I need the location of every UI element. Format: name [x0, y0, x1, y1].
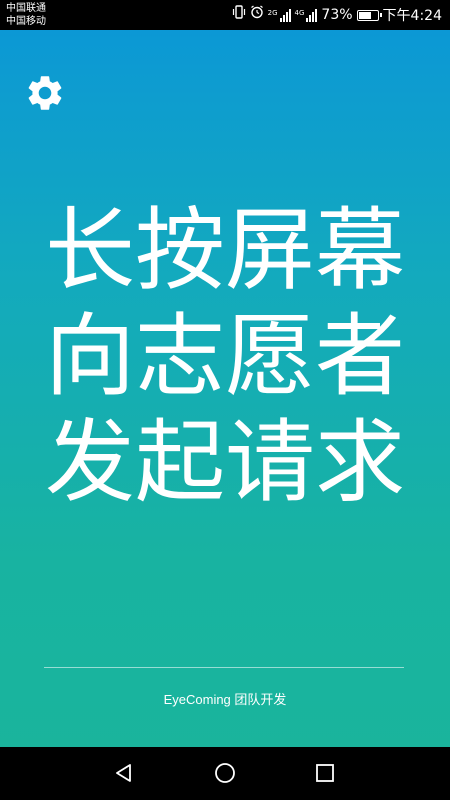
credit-label: EyeComing 团队开发	[163, 692, 287, 707]
carrier-1-label: 中国联通	[6, 3, 46, 14]
carrier-2-label: 中国移动	[6, 16, 46, 27]
network-2-label: 4G	[294, 9, 305, 17]
settings-button[interactable]	[24, 72, 66, 114]
home-button[interactable]	[213, 761, 237, 785]
battery-percent: 73%	[321, 7, 353, 23]
headline-line-3: 发起请求	[45, 410, 405, 515]
gear-icon	[28, 76, 62, 110]
recents-button[interactable]	[313, 761, 337, 785]
recents-square-icon	[316, 764, 334, 782]
network-1-label: 2G	[267, 9, 278, 17]
carrier-info: 中国联通 中国移动	[6, 2, 46, 28]
status-icons: 2G 4G 73% 下午4:24	[232, 0, 442, 30]
vibrate-icon	[232, 0, 246, 30]
navigation-bar	[0, 747, 450, 800]
signal-1-icon: 2G	[268, 8, 291, 22]
app-screen[interactable]: 中国联通 中国移动 2G 4G 73% 下午4:24 长按屏幕 向志愿者 发起请…	[0, 0, 450, 800]
clock: 下午4:24	[382, 8, 442, 24]
alarm-icon	[250, 0, 264, 30]
battery-icon	[356, 9, 382, 21]
footer-divider	[44, 667, 404, 668]
status-bar: 中国联通 中国移动 2G 4G 73% 下午4:24	[0, 0, 450, 30]
headline: 长按屏幕 向志愿者 发起请求	[0, 198, 450, 516]
back-triangle-icon	[116, 764, 131, 782]
back-button[interactable]	[112, 761, 136, 785]
home-circle-icon	[215, 763, 235, 783]
headline-line-2: 向志愿者	[45, 304, 405, 409]
headline-line-1: 长按屏幕	[45, 198, 405, 303]
battery-fill	[358, 11, 371, 19]
signal-2-icon: 4G	[295, 8, 318, 22]
